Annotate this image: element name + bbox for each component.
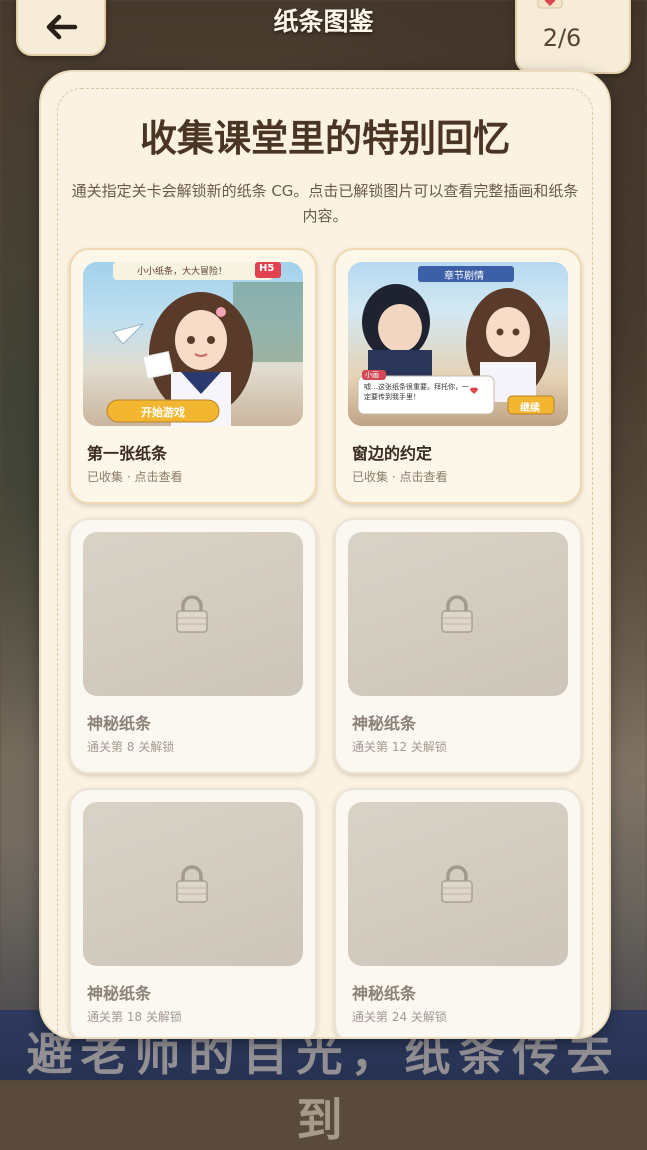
card-thumbnail-locked <box>348 532 568 696</box>
cg-artwork <box>83 262 303 426</box>
card-title: 神秘纸条 <box>352 714 417 733</box>
card-locked-18[interactable]: 神秘纸条 通关第 18 关解锁 <box>69 788 317 1037</box>
cg-continue-label: 继续 <box>520 403 540 414</box>
card-status: 已收集 · 点击查看 <box>352 470 448 484</box>
lock-icon <box>441 865 473 903</box>
card-status: 已收集 · 点击查看 <box>87 470 183 484</box>
card-locked-8[interactable]: 神秘纸条 通关第 8 关解锁 <box>69 518 317 774</box>
cg-banner-text: 小小纸条，大大冒险！ <box>137 267 228 277</box>
lock-icon <box>176 865 208 903</box>
cg-start-label: 开始游戏 <box>141 406 185 419</box>
collection-counter: 2/6 <box>515 0 631 74</box>
card-status: 通关第 12 关解锁 <box>352 740 447 754</box>
card-title: 神秘纸条 <box>87 714 152 733</box>
card-first-note[interactable]: 小小纸条，大大冒险！ H5 开始游戏 第一张纸条 已收集 · 点击查看 <box>69 248 317 504</box>
card-locked-12[interactable]: 神秘纸条 通关第 12 关解锁 <box>334 518 582 774</box>
card-thumbnail: 小小纸条，大大冒险！ H5 开始游戏 <box>83 262 303 426</box>
card-thumbnail-locked <box>83 802 303 966</box>
cg-dialog-text: 嘘…这张纸条很重要。拜托你，一定要传到我手里！ <box>364 383 469 401</box>
cg-badge: H5 <box>259 263 275 274</box>
cg-chapter-label: 章节剧情 <box>444 271 484 282</box>
card-window-promise[interactable]: 章节剧情 小画 嘘…这张纸条很重要。拜托你，一定要传到我手里！ 继续 窗边的约定… <box>334 248 582 504</box>
card-status: 通关第 8 关解锁 <box>87 740 175 754</box>
counter-value: 2/6 <box>542 24 582 52</box>
card-title: 神秘纸条 <box>87 984 152 1003</box>
card-thumbnail-locked <box>348 802 568 966</box>
card-status: 通关第 24 关解锁 <box>352 1010 447 1024</box>
collection-panel: 收集课堂里的特别回忆 通关指定关卡会解锁新的纸条 CG。点击已解锁图片可以查看完… <box>39 70 611 1039</box>
card-title: 窗边的约定 <box>352 444 433 463</box>
panel-heading: 收集课堂里的特别回忆 <box>140 117 510 160</box>
panel-description: 通关指定关卡会解锁新的纸条 CG。点击已解锁图片可以查看完整插画和纸条内容。 <box>71 182 579 225</box>
heart-icon <box>537 0 563 9</box>
card-status: 通关第 18 关解锁 <box>87 1010 182 1024</box>
card-title: 第一张纸条 <box>87 444 168 463</box>
card-locked-24[interactable]: 神秘纸条 通关第 24 关解锁 <box>334 788 582 1037</box>
card-title: 神秘纸条 <box>352 984 417 1003</box>
lock-icon <box>441 595 473 633</box>
cg-speaker-name: 小画 <box>365 371 379 379</box>
lock-icon <box>176 595 208 633</box>
card-thumbnail: 章节剧情 小画 嘘…这张纸条很重要。拜托你，一定要传到我手里！ 继续 <box>348 262 568 426</box>
card-thumbnail-locked <box>83 532 303 696</box>
